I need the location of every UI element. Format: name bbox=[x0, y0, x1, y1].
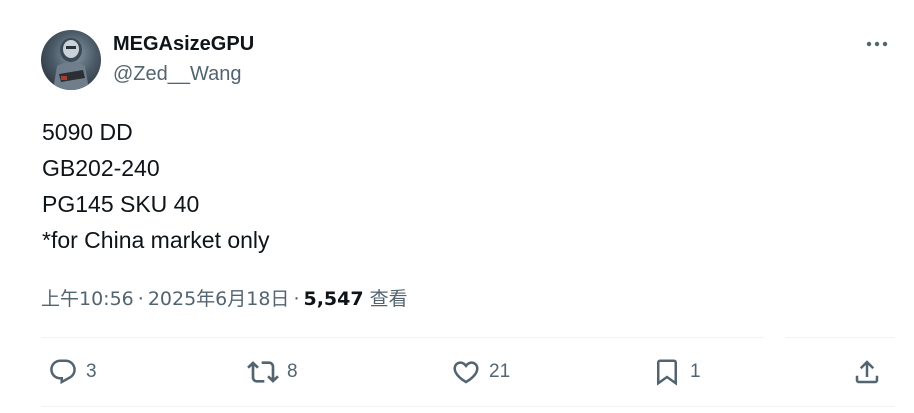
tweet-time[interactable]: 上午10:56 bbox=[41, 288, 134, 310]
meta-separator: · bbox=[293, 288, 300, 310]
retweet-button[interactable]: 8 bbox=[247, 356, 298, 388]
tweet-text: 5090 DD GB202-240 PG145 SKU 40 *for Chin… bbox=[42, 114, 270, 258]
tweet-meta: 上午10:56 · 2025年6月18日 · 5,547 查看 bbox=[41, 284, 408, 311]
author-handle[interactable]: @Zed__Wang bbox=[113, 63, 242, 86]
divider bbox=[41, 337, 764, 338]
heart-icon bbox=[451, 357, 481, 387]
views-count[interactable]: 5,547 bbox=[303, 288, 363, 310]
like-count: 21 bbox=[489, 361, 511, 382]
bookmark-count: 1 bbox=[690, 361, 701, 382]
avatar-image bbox=[53, 38, 89, 90]
divider bbox=[41, 406, 895, 407]
reply-count: 3 bbox=[86, 361, 97, 382]
like-button[interactable]: 21 bbox=[451, 356, 510, 388]
tweet-text-line: PG145 SKU 40 bbox=[42, 191, 200, 217]
retweet-icon bbox=[247, 356, 279, 388]
retweet-count: 8 bbox=[287, 361, 298, 382]
share-button[interactable] bbox=[852, 356, 882, 388]
tweet-text-line: GB202-240 bbox=[42, 155, 160, 181]
bookmark-button[interactable]: 1 bbox=[652, 356, 701, 388]
tweet-text-line: *for China market only bbox=[42, 227, 270, 253]
author-display-name[interactable]: MEGAsizeGPU bbox=[113, 33, 254, 56]
meta-separator: · bbox=[137, 288, 144, 310]
avatar[interactable] bbox=[41, 30, 101, 90]
tweet-text-line: 5090 DD bbox=[42, 119, 133, 145]
more-icon[interactable] bbox=[862, 34, 892, 54]
views-label[interactable]: 查看 bbox=[370, 288, 408, 310]
reply-button[interactable]: 3 bbox=[48, 356, 97, 388]
tweet-card: MEGAsizeGPU @Zed__Wang 5090 DD GB202-240… bbox=[0, 0, 914, 413]
reply-icon bbox=[48, 357, 78, 387]
tweet-date[interactable]: 2025年6月18日 bbox=[148, 288, 290, 310]
divider bbox=[785, 337, 895, 338]
share-icon bbox=[852, 357, 882, 387]
bookmark-icon bbox=[652, 357, 682, 387]
